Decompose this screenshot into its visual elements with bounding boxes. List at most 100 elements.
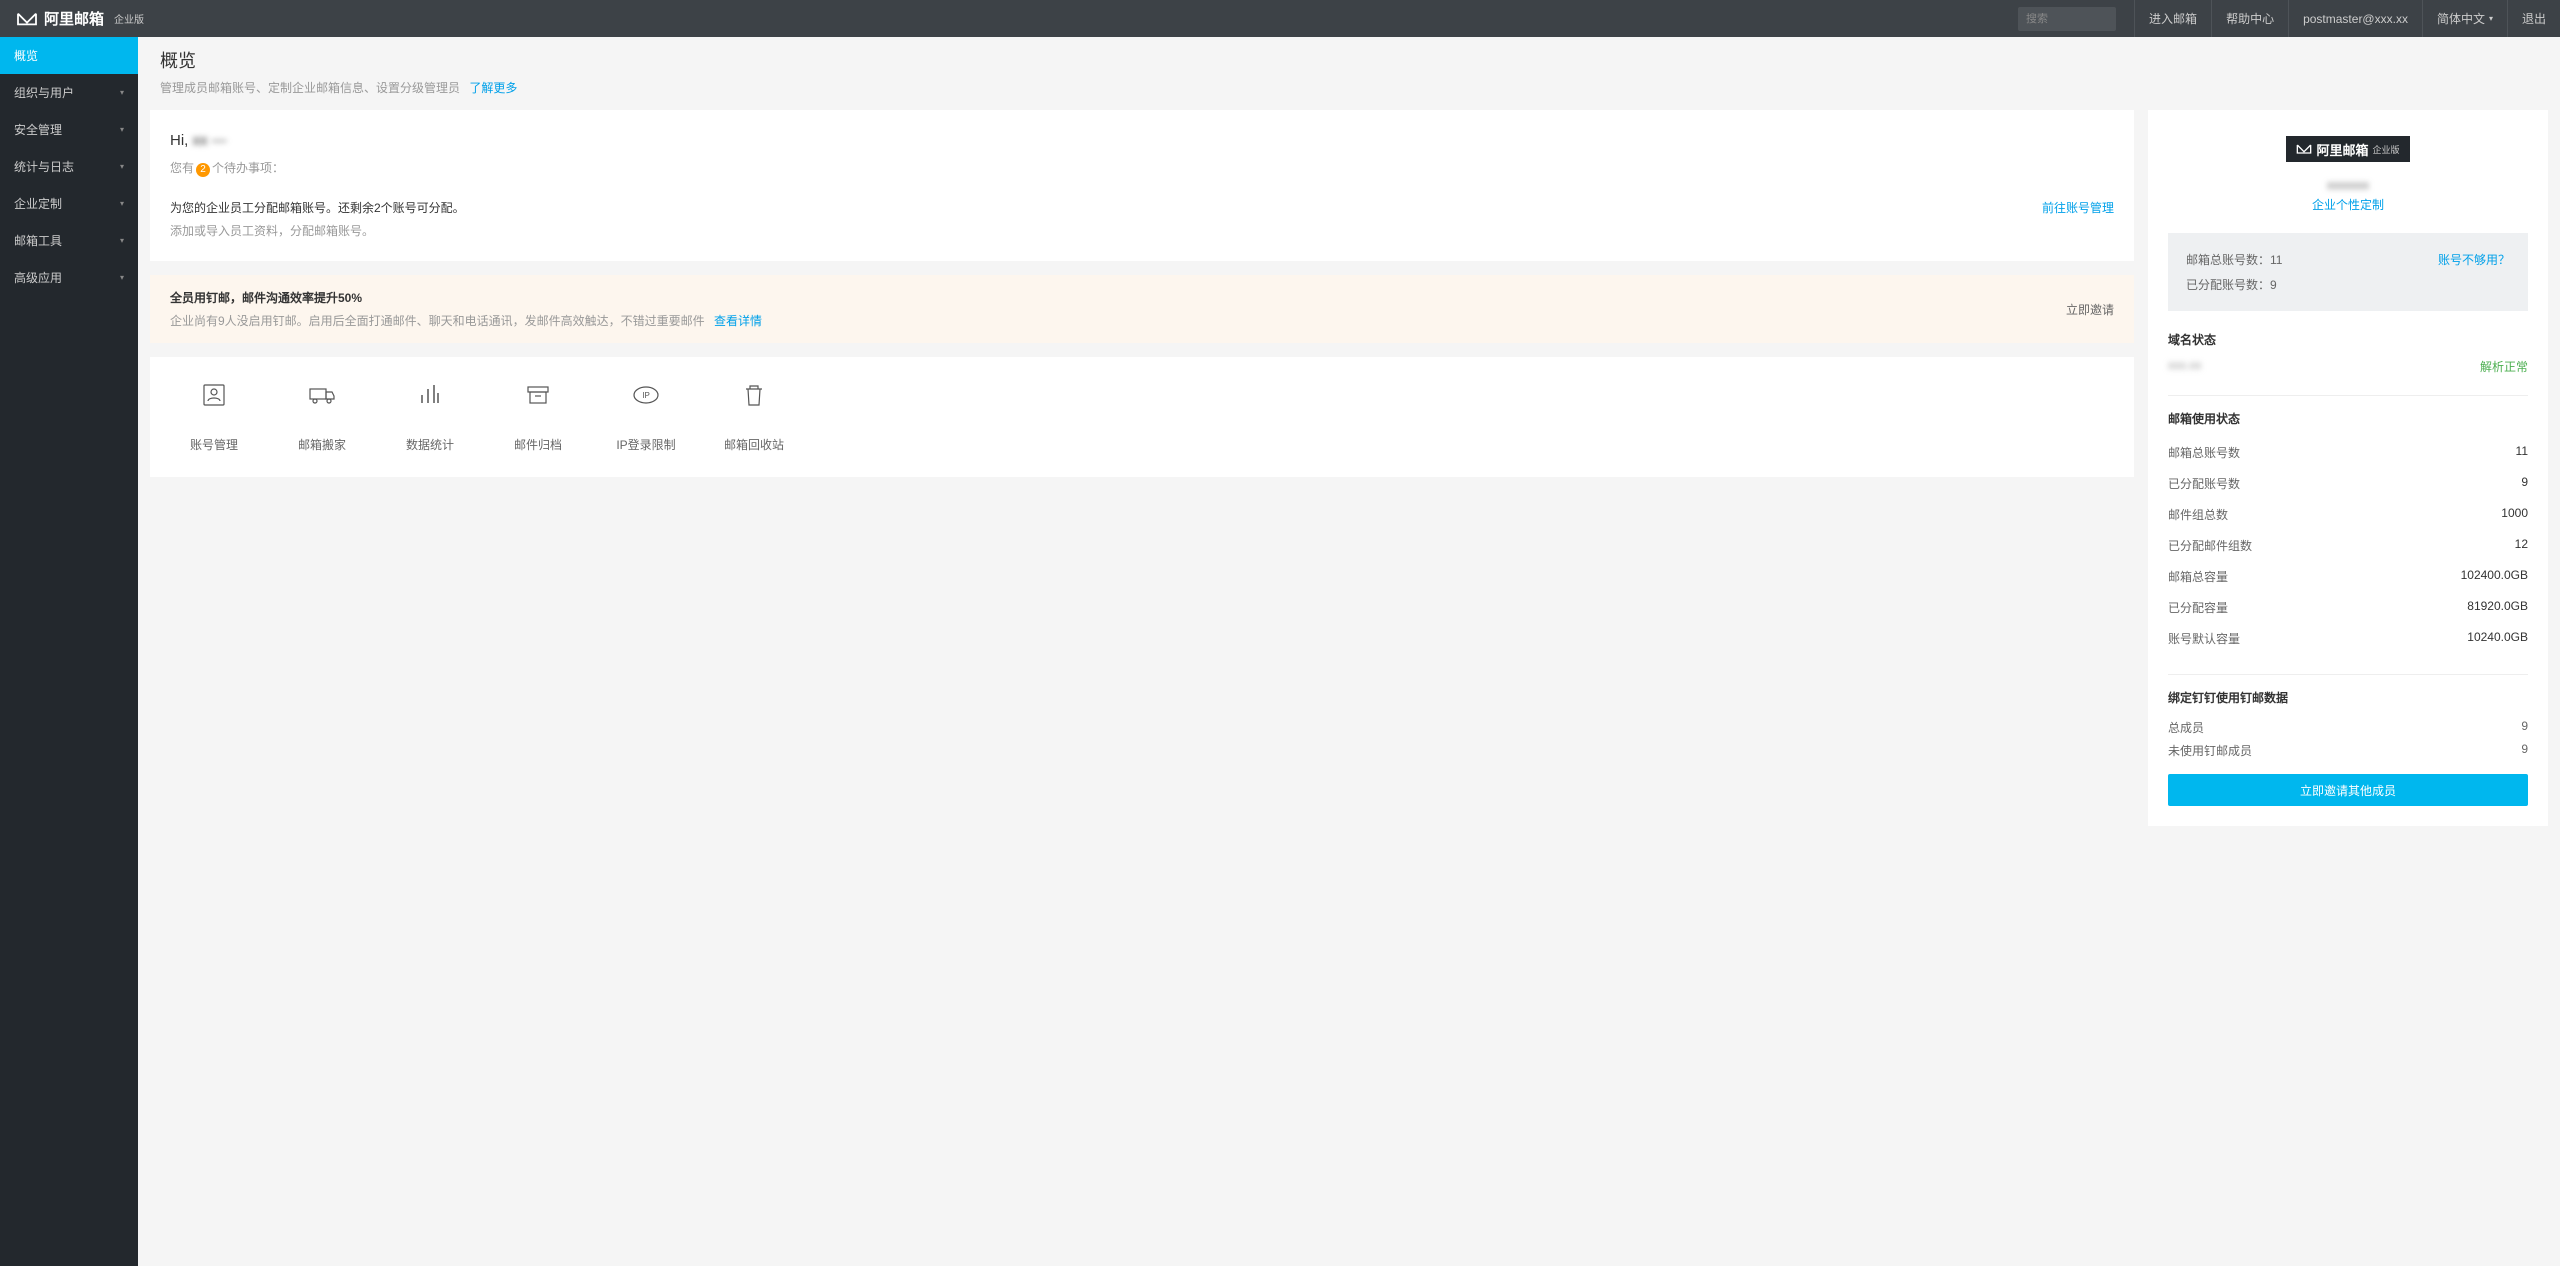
usage-label: 邮件组总数 [2168, 506, 2228, 523]
sidebar-item-org-users[interactable]: 组织与用户▾ [0, 74, 138, 111]
trash-icon [740, 381, 768, 409]
stat-label: 邮箱总账号数：11 [2186, 251, 2282, 268]
shortcut-recycle[interactable]: 邮箱回收站 [700, 381, 808, 453]
sidebar-label: 高级应用 [14, 269, 62, 286]
shortcut-archive[interactable]: 邮件归档 [484, 381, 592, 453]
usage-label: 邮箱总账号数 [2168, 444, 2240, 461]
todo-line1: 为您的企业员工分配邮箱账号。还剩余2个账号可分配。 [170, 199, 465, 216]
usage-value: 1000 [2501, 506, 2528, 523]
banner-sub-text: 企业尚有9人没启用钉邮。启用后全面打通邮件、聊天和电话通讯，发邮件高效触达，不错… [170, 314, 705, 328]
brand-text: 阿里邮箱 [2316, 140, 2368, 159]
chevron-down-icon: ▾ [120, 236, 124, 245]
ding-label: 未使用钉邮成员 [2168, 742, 2252, 759]
todo-summary: 您有2个待办事项： [170, 159, 2114, 177]
archive-icon [524, 381, 552, 409]
chevron-down-icon: ▾ [120, 273, 124, 282]
not-enough-link[interactable]: 账号不够用？ [2438, 251, 2510, 268]
logout-link[interactable]: 退出 [2507, 0, 2560, 37]
domain-name: xxx.xx [2168, 358, 2201, 375]
banner-title: 全员用钉邮，邮件沟通效率提升50% [170, 289, 762, 306]
mail-icon [2296, 142, 2312, 156]
usage-value: 10240.0GB [2467, 630, 2528, 647]
ding-value: 9 [2521, 742, 2528, 759]
logo-icon [16, 10, 38, 28]
right-panel: 阿里邮箱 企业版 xxxxxxx 企业个性定制 邮箱总账号数：11 账号不够用？… [2148, 110, 2548, 826]
invite-members-button[interactable]: 立即邀请其他成员 [2168, 774, 2528, 806]
usage-label: 已分配容量 [2168, 599, 2228, 616]
shortcut-label: 账号管理 [160, 436, 268, 453]
shortcut-label: 邮件归档 [484, 436, 592, 453]
shortcut-migrate[interactable]: 邮箱搬家 [268, 381, 376, 453]
enter-mail-link[interactable]: 进入邮箱 [2134, 0, 2211, 37]
sidebar-label: 概览 [14, 47, 38, 64]
usage-label: 已分配账号数 [2168, 475, 2240, 492]
sidebar-item-overview[interactable]: 概览 [0, 37, 138, 74]
top-header: 阿里邮箱 企业版 进入邮箱 帮助中心 postmaster@xxx.xx 简体中… [0, 0, 2560, 37]
main-content: 概览 管理成员邮箱账号、定制企业邮箱信息、设置分级管理员 了解更多 Hi, xx… [138, 37, 2560, 840]
todo-prefix: 您有 [170, 161, 194, 175]
goto-account-mgmt-link[interactable]: 前往账号管理 [2042, 199, 2114, 216]
ip-icon: IP [632, 381, 660, 409]
sidebar-item-customize[interactable]: 企业定制▾ [0, 185, 138, 222]
usage-row: 已分配容量81920.0GB [2168, 592, 2528, 623]
todo-line2: 添加或导入员工资料，分配邮箱账号。 [170, 222, 465, 239]
sidebar-label: 组织与用户 [14, 84, 74, 101]
shortcut-ip-restrict[interactable]: IP IP登录限制 [592, 381, 700, 453]
domain-status: 解析正常 [2480, 358, 2528, 375]
greeting-title: Hi, xx — [170, 132, 2114, 149]
shortcut-account-mgmt[interactable]: 账号管理 [160, 381, 268, 453]
user-name: xx — [193, 132, 227, 149]
subtitle-text: 管理成员邮箱账号、定制企业邮箱信息、设置分级管理员 [160, 81, 460, 95]
sidebar-label: 邮箱工具 [14, 232, 62, 249]
usage-value: 12 [2515, 537, 2528, 554]
logo-text: 阿里邮箱 [44, 8, 104, 29]
chevron-down-icon: ▾ [120, 162, 124, 171]
chevron-down-icon: ▾ [120, 125, 124, 134]
account-link[interactable]: postmaster@xxx.xx [2288, 0, 2422, 37]
usage-row: 账号默认容量 10240.0GB [2168, 623, 2528, 654]
ding-row: 未使用钉邮成员 9 [2168, 739, 2528, 762]
todo-item: 为您的企业员工分配邮箱账号。还剩余2个账号可分配。 添加或导入员工资料，分配邮箱… [170, 199, 2114, 239]
svg-text:IP: IP [642, 391, 650, 400]
page-subtitle: 管理成员邮箱账号、定制企业邮箱信息、设置分级管理员 了解更多 [160, 79, 2538, 96]
hi-text: Hi, [170, 132, 193, 149]
shortcut-stats[interactable]: 数据统计 [376, 381, 484, 453]
sidebar-item-tools[interactable]: 邮箱工具 ▾ [0, 222, 138, 259]
company-name: xxxxxxx [2168, 178, 2528, 192]
search-box[interactable] [2018, 7, 2116, 31]
shortcut-label: 邮箱搬家 [268, 436, 376, 453]
ding-section: 绑定钉钉使用钉邮数据 总成员9 未使用钉邮成员 9 立即邀请其他成员 [2168, 674, 2528, 806]
chart-icon [416, 381, 444, 409]
usage-label: 账号默认容量 [2168, 630, 2240, 647]
account-text: postmaster@xxx.xx [2303, 12, 2408, 26]
banner-detail-link[interactable]: 查看详情 [714, 314, 762, 328]
shortcut-label: 数据统计 [376, 436, 484, 453]
sidebar-item-advanced[interactable]: 高级应用 ▾ [0, 259, 138, 296]
language-select[interactable]: 简体中文 ▾ [2422, 0, 2507, 37]
page-title: 概览 [160, 47, 2538, 73]
usage-section-title: 邮箱使用状态 [2168, 410, 2528, 427]
ding-section-title: 绑定钉钉使用钉邮数据 [2168, 689, 2528, 706]
ding-row: 总成员9 [2168, 716, 2528, 739]
banner-subtitle: 企业尚有9人没启用钉邮。启用后全面打通邮件、聊天和电话通讯，发邮件高效触达，不错… [170, 312, 762, 329]
ding-label: 总成员 [2168, 719, 2204, 736]
usage-row: 已分配邮件组数 12 [2168, 530, 2528, 561]
usage-section: 邮箱使用状态 邮箱总账号数11 已分配账号数9 邮件组总数1000 已分配邮件组… [2168, 395, 2528, 654]
learn-more-link[interactable]: 了解更多 [469, 81, 517, 95]
help-link[interactable]: 帮助中心 [2211, 0, 2288, 37]
brand-sub: 企业版 [2373, 143, 2400, 156]
usage-label: 邮箱总容量 [2168, 568, 2228, 585]
sidebar-item-stats-logs[interactable]: 统计与日志 ▾ [0, 148, 138, 185]
logo: 阿里邮箱 企业版 [0, 8, 144, 29]
sidebar-item-security[interactable]: 安全管理 ▾ [0, 111, 138, 148]
sidebar-label: 安全管理 [14, 121, 62, 138]
usage-label: 已分配邮件组数 [2168, 537, 2252, 554]
usage-row: 邮箱总容量102400.0GB [2168, 561, 2528, 592]
lang-text: 简体中文 [2437, 10, 2485, 27]
customize-link[interactable]: 企业个性定制 [2168, 196, 2528, 213]
sidebar-label: 统计与日志 [14, 158, 74, 175]
chevron-down-icon: ▾ [2489, 14, 2493, 23]
banner-invite-link[interactable]: 立即邀请 [2066, 301, 2114, 318]
todo-count-badge: 2 [196, 163, 210, 177]
page-header: 概览 管理成员邮箱账号、定制企业邮箱信息、设置分级管理员 了解更多 [150, 37, 2548, 110]
